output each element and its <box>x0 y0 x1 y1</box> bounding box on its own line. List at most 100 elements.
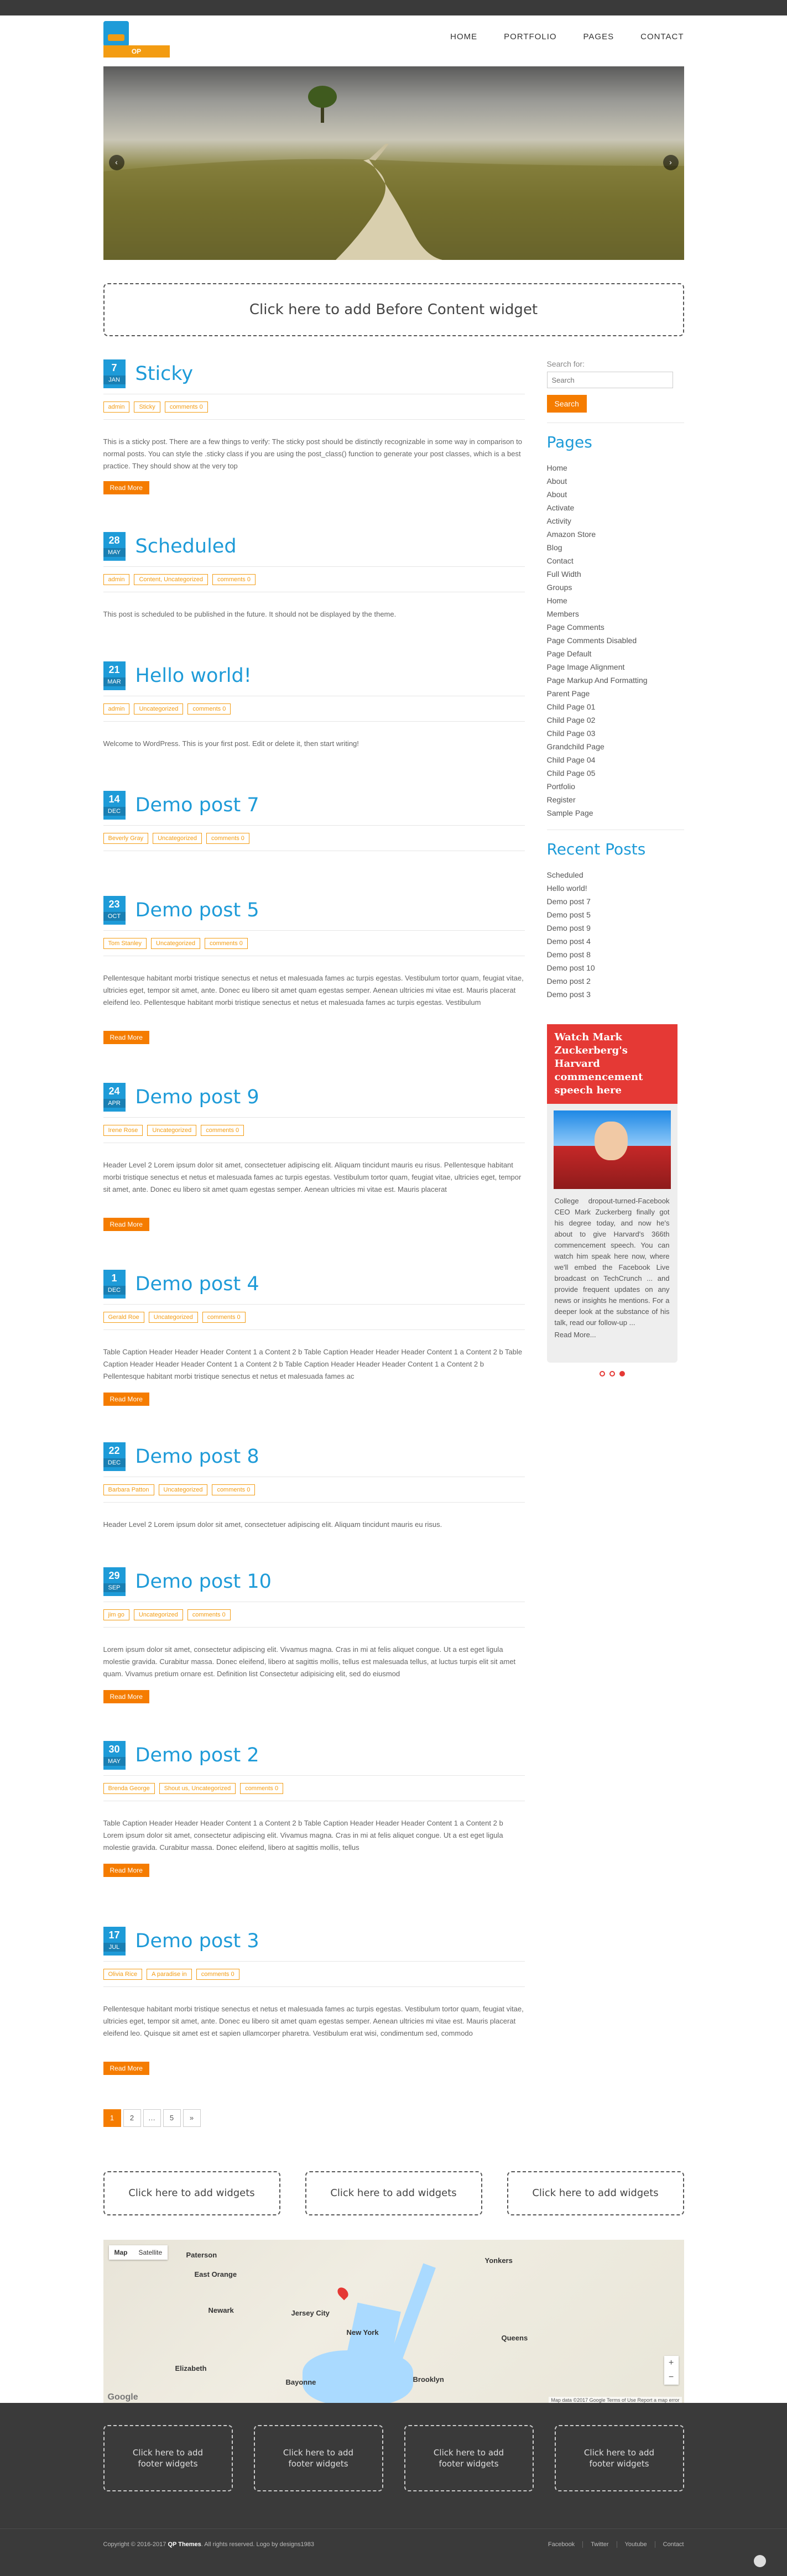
post-title[interactable]: Sticky <box>135 363 194 385</box>
copyright-brand[interactable]: QP Themes <box>168 2541 201 2548</box>
post-title[interactable]: Demo post 5 <box>135 899 259 921</box>
page-link[interactable]: Full Width <box>547 567 684 581</box>
recent-post-link[interactable]: Demo post 9 <box>547 921 684 935</box>
meta-category[interactable]: Uncategorized <box>148 1312 198 1323</box>
read-more-button[interactable]: Read More <box>103 1690 149 1703</box>
page-link[interactable]: Grandchild Page <box>547 740 684 753</box>
meta-comments[interactable]: comments 0 <box>187 703 231 715</box>
meta-comments[interactable]: comments 0 <box>212 574 256 585</box>
bottom-widget-1[interactable]: Click here to add widgets <box>103 2171 280 2215</box>
meta-comments[interactable]: comments 0 <box>212 1484 256 1495</box>
promo-title[interactable]: Watch Mark Zuckerberg's Harvard commence… <box>546 1024 677 1104</box>
footer-widget-3[interactable]: Click here to add footer widgets <box>404 2425 534 2491</box>
footer-widget-1[interactable]: Click here to add footer widgets <box>103 2425 233 2491</box>
post-title[interactable]: Demo post 4 <box>135 1273 259 1295</box>
promo-dot[interactable] <box>599 1371 605 1376</box>
meta-category[interactable]: Uncategorized <box>158 1484 208 1495</box>
meta-comments[interactable]: comments 0 <box>196 1969 239 1980</box>
meta-comments[interactable]: comments 0 <box>187 1609 231 1620</box>
meta-category[interactable]: Uncategorized <box>134 703 184 715</box>
meta-comments[interactable]: comments 0 <box>202 1312 246 1323</box>
scroll-top-icon[interactable] <box>754 2555 766 2567</box>
page-link[interactable]: Blog <box>547 541 684 554</box>
nav-contact[interactable]: CONTACT <box>640 32 684 41</box>
promo-dot[interactable] <box>609 1371 615 1376</box>
meta-comments[interactable]: comments 0 <box>201 1125 244 1136</box>
meta-comments[interactable]: comments 0 <box>206 833 249 844</box>
meta-author[interactable]: jim go <box>103 1609 129 1620</box>
map-marker-icon[interactable] <box>335 2285 350 2301</box>
read-more-button[interactable]: Read More <box>103 481 149 494</box>
page-2[interactable]: 2 <box>123 2109 141 2127</box>
page-link[interactable]: Activity <box>547 514 684 528</box>
page-link[interactable]: About <box>547 488 684 501</box>
meta-author[interactable]: Gerald Roe <box>103 1312 144 1323</box>
slider-prev-button[interactable]: ‹ <box>108 155 124 170</box>
recent-post-link[interactable]: Demo post 2 <box>547 974 684 988</box>
meta-author[interactable]: Brenda George <box>103 1783 155 1794</box>
page-link[interactable]: Sample Page <box>547 806 684 820</box>
page-link[interactable]: Portfolio <box>547 780 684 793</box>
footer-link-contact[interactable]: Contact <box>654 2541 684 2548</box>
footer-link-facebook[interactable]: Facebook <box>548 2541 575 2548</box>
nav-pages[interactable]: PAGES <box>583 32 614 41</box>
page-link[interactable]: Members <box>547 607 684 620</box>
read-more-button[interactable]: Read More <box>103 2062 149 2075</box>
promo-read-more[interactable]: Read More... <box>547 1328 677 1341</box>
meta-comments[interactable]: comments 0 <box>164 401 208 413</box>
post-title[interactable]: Scheduled <box>135 535 237 557</box>
bottom-widget-3[interactable]: Click here to add widgets <box>507 2171 684 2215</box>
page-link[interactable]: Child Page 05 <box>547 766 684 780</box>
zoom-out-button[interactable]: − <box>664 2370 679 2385</box>
slider-next-button[interactable]: › <box>663 155 679 170</box>
post-title[interactable]: Demo post 3 <box>135 1930 259 1952</box>
meta-category[interactable]: Uncategorized <box>151 938 200 949</box>
recent-post-link[interactable]: Scheduled <box>547 868 684 882</box>
meta-author[interactable]: Olivia Rice <box>103 1969 143 1980</box>
page-1[interactable]: 1 <box>103 2109 121 2127</box>
page-link[interactable]: Child Page 02 <box>547 713 684 727</box>
post-title[interactable]: Demo post 7 <box>135 794 259 816</box>
recent-post-link[interactable]: Hello world! <box>547 882 684 895</box>
read-more-button[interactable]: Read More <box>103 1864 149 1877</box>
site-logo[interactable]: OP <box>103 21 170 58</box>
meta-category[interactable]: A paradise in <box>147 1969 192 1980</box>
post-title[interactable]: Demo post 8 <box>135 1446 259 1468</box>
page-link[interactable]: Page Comments Disabled <box>547 634 684 647</box>
post-title[interactable]: Demo post 9 <box>135 1086 259 1108</box>
map-type-map[interactable]: Map <box>109 2245 133 2260</box>
meta-category[interactable]: Shout us, Uncategorized <box>159 1783 236 1794</box>
search-button[interactable]: Search <box>546 395 587 413</box>
meta-author[interactable]: Beverly Gray <box>103 833 149 844</box>
meta-category[interactable]: Uncategorized <box>133 1609 183 1620</box>
search-input[interactable] <box>546 372 673 388</box>
page-link[interactable]: Page Comments <box>547 620 684 634</box>
meta-author[interactable]: Tom Stanley <box>103 938 147 949</box>
page-link[interactable]: Child Page 01 <box>547 700 684 713</box>
read-more-button[interactable]: Read More <box>103 1218 149 1231</box>
recent-post-link[interactable]: Demo post 10 <box>547 961 684 974</box>
recent-post-link[interactable]: Demo post 4 <box>547 935 684 948</box>
page-link[interactable]: Register <box>547 793 684 806</box>
post-title[interactable]: Demo post 2 <box>135 1744 259 1766</box>
page-link[interactable]: Child Page 04 <box>547 753 684 766</box>
nav-home[interactable]: HOME <box>450 32 477 41</box>
page-link[interactable]: Parent Page <box>547 687 684 700</box>
page-link[interactable]: Activate <box>547 501 684 514</box>
promo-dot-active[interactable] <box>619 1371 625 1376</box>
map-type-satellite[interactable]: Satellite <box>133 2245 168 2260</box>
page-link[interactable]: Amazon Store <box>547 528 684 541</box>
meta-author[interactable]: admin <box>103 401 130 413</box>
page-link[interactable]: Page Image Alignment <box>547 660 684 674</box>
recent-post-link[interactable]: Demo post 3 <box>547 988 684 1001</box>
page-link[interactable]: Page Markup And Formatting <box>547 674 684 687</box>
meta-author[interactable]: admin <box>103 574 130 585</box>
footer-link-youtube[interactable]: Youtube <box>616 2541 647 2548</box>
meta-author[interactable]: Irene Rose <box>103 1125 143 1136</box>
page-link[interactable]: Home <box>547 594 684 607</box>
read-more-button[interactable]: Read More <box>103 1393 149 1406</box>
page-link[interactable]: Child Page 03 <box>547 727 684 740</box>
recent-post-link[interactable]: Demo post 8 <box>547 948 684 961</box>
page-link[interactable]: About <box>547 474 684 488</box>
footer-widget-4[interactable]: Click here to add footer widgets <box>554 2425 684 2491</box>
